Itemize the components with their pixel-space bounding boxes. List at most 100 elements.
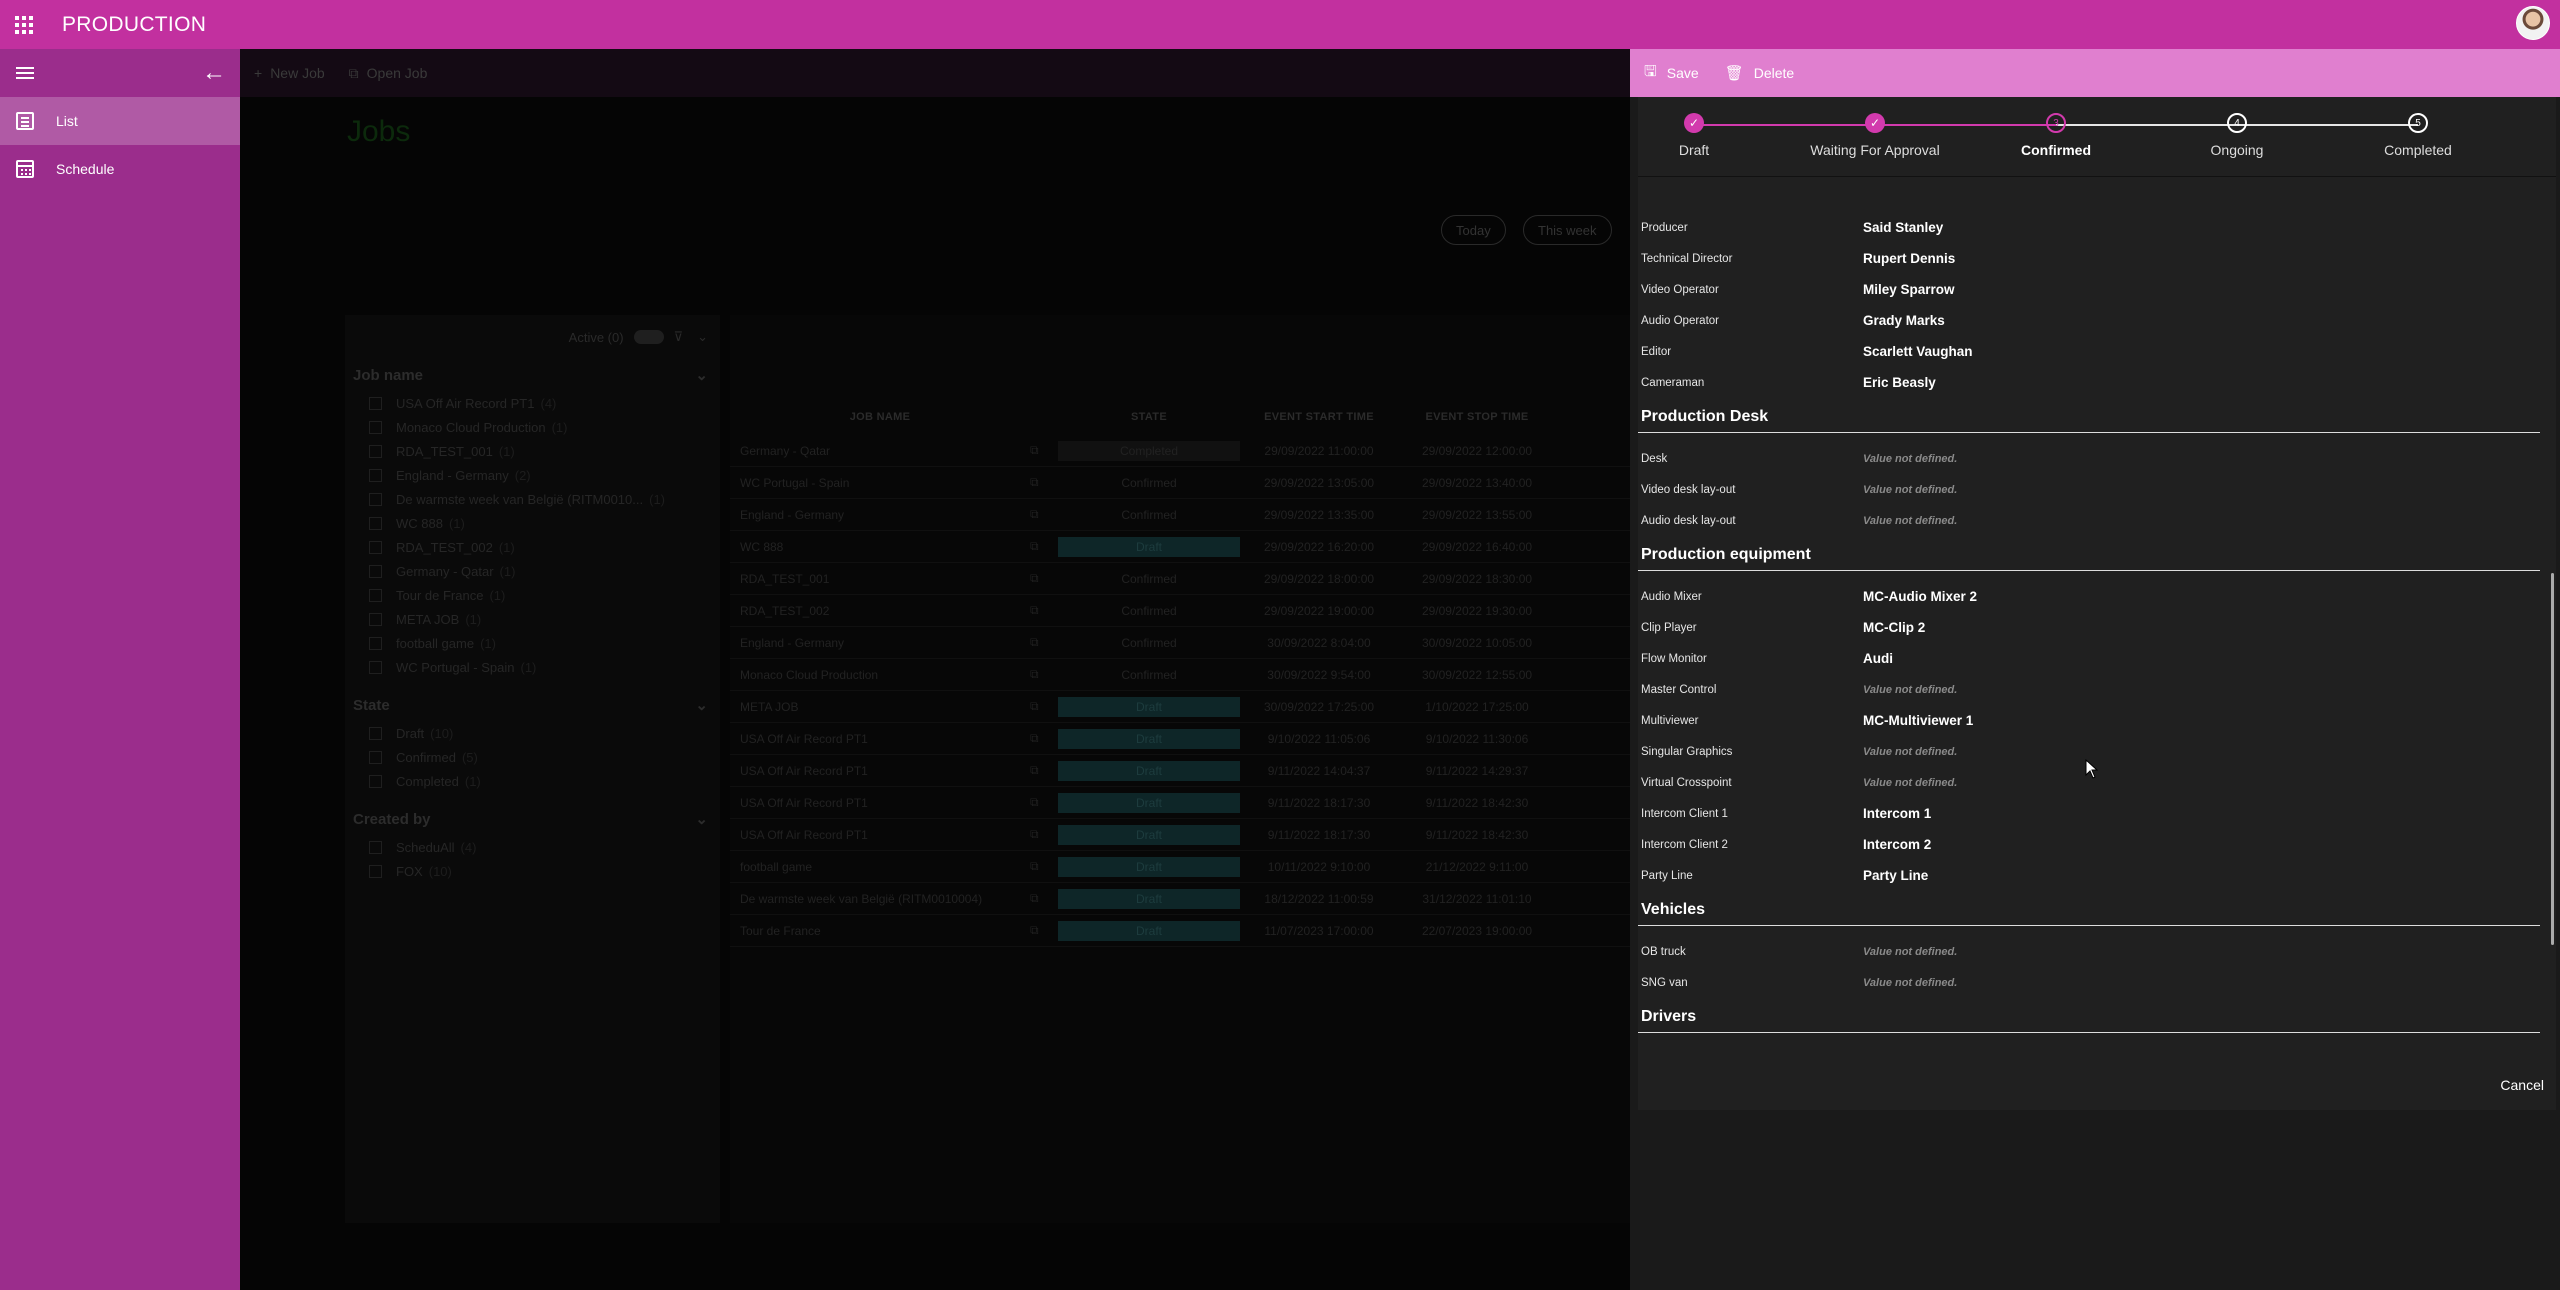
filter-checkbox[interactable] [369, 444, 382, 458]
open-external-icon[interactable]: ⧉ [1030, 859, 1058, 874]
stepper-step-ongoing[interactable]: 4 Ongoing [2137, 113, 2337, 158]
table-row[interactable]: USA Off Air Record PT1 ⧉ Draft 9/11/2022 18… [730, 819, 1630, 851]
field-value[interactable]: MC-Multiviewer 1 [1863, 713, 1973, 728]
filter-option[interactable]: FOX (10) [349, 859, 716, 883]
field-value[interactable]: Value not defined. [1863, 684, 1957, 696]
field-value[interactable]: Intercom 1 [1863, 806, 1931, 821]
open-external-icon[interactable]: ⧉ [1030, 923, 1058, 938]
filter-option[interactable]: Germany - Qatar (1) [349, 559, 716, 583]
filter-option[interactable]: Confirmed (5) [349, 745, 716, 769]
table-row[interactable]: USA Off Air Record PT1 ⧉ Draft 9/11/2022 14… [730, 755, 1630, 787]
filter-checkbox[interactable] [369, 660, 382, 674]
filter-checkbox[interactable] [369, 612, 382, 626]
filter-option[interactable]: Draft (10) [349, 721, 716, 745]
filter-option[interactable]: WC Portugal - Spain (1) [349, 655, 716, 679]
save-button[interactable]: 🖫 Save [1644, 61, 1699, 86]
chevron-down-icon[interactable]: ⌄ [695, 810, 708, 828]
col-event-stop-time[interactable]: EVENT STOP TIME [1398, 411, 1556, 435]
filter-checkbox[interactable] [369, 516, 382, 530]
filter-checkbox[interactable] [369, 540, 382, 554]
filter-section-title[interactable]: Created by ⌄ [349, 803, 716, 835]
active-toggle[interactable] [633, 330, 664, 344]
filter-option[interactable]: Completed (1) [349, 769, 716, 793]
filter-option[interactable]: football game (1) [349, 631, 716, 655]
open-external-icon[interactable]: ⧉ [1030, 731, 1058, 746]
filter-option[interactable]: RDA_TEST_002 (1) [349, 535, 716, 559]
filter-option[interactable]: Monaco Cloud Production (1) [349, 415, 716, 439]
filter-checkbox[interactable] [369, 588, 382, 602]
field-value[interactable]: Rupert Dennis [1863, 251, 1955, 266]
field-value[interactable]: Value not defined. [1863, 484, 1957, 496]
filter-section-title[interactable]: State ⌄ [349, 689, 716, 721]
back-arrow-icon[interactable]: ← [202, 61, 226, 85]
col-job-name[interactable]: JOB NAME [730, 411, 1030, 435]
field-value[interactable]: MC-Audio Mixer 2 [1863, 589, 1977, 604]
cancel-button[interactable]: Cancel [2500, 1077, 2544, 1093]
field-value[interactable]: Eric Beasly [1863, 375, 1936, 390]
field-value[interactable]: Miley Sparrow [1863, 282, 1955, 297]
field-value[interactable]: MC-Clip 2 [1863, 620, 1925, 635]
filter-section-title[interactable]: Job name ⌄ [349, 359, 716, 391]
scrollbar[interactable] [2551, 573, 2554, 945]
delete-button[interactable]: 🗑 Delete [1725, 64, 1795, 82]
field-value[interactable]: Value not defined. [1863, 946, 1957, 958]
stepper-step-confirmed[interactable]: 3 Confirmed [1956, 113, 2156, 158]
stepper-step-completed[interactable]: 5 Completed [2318, 113, 2518, 158]
new-job-button[interactable]: + New Job [254, 65, 325, 81]
stepper-step-draft[interactable]: ✓ Draft [1594, 113, 1794, 158]
stepper-step-waiting-for-approval[interactable]: ✓ Waiting For Approval [1775, 113, 1975, 158]
table-row[interactable]: England - Germany ⧉ Confirmed 30/09/2022 8:… [730, 627, 1630, 659]
filter-option[interactable]: RDA_TEST_001 (1) [349, 439, 716, 463]
filter-checkbox[interactable] [369, 726, 382, 740]
open-external-icon[interactable]: ⧉ [1030, 699, 1058, 714]
user-avatar[interactable] [2516, 6, 2550, 40]
filter-checkbox[interactable] [369, 564, 382, 578]
table-row[interactable]: De warmste week van België (RITM0010004)… [730, 883, 1630, 915]
open-job-button[interactable]: ⧉ Open Job [349, 65, 428, 82]
open-external-icon[interactable]: ⧉ [1030, 539, 1058, 554]
table-row[interactable]: WC Portugal - Spain ⧉ Confirmed 29/09/2022 … [730, 467, 1630, 499]
field-value[interactable]: Value not defined. [1863, 977, 1957, 989]
col-state[interactable]: STATE [1058, 411, 1240, 435]
sidebar-item-schedule[interactable]: Schedule [0, 145, 240, 193]
open-external-icon[interactable]: ⧉ [1030, 763, 1058, 778]
field-value[interactable]: Value not defined. [1863, 453, 1957, 465]
hamburger-menu-icon[interactable] [16, 67, 34, 79]
filter-option[interactable]: England - Germany (2) [349, 463, 716, 487]
filter-option[interactable]: De warmste week van België (RITM0010... (… [349, 487, 716, 511]
open-external-icon[interactable]: ⧉ [1030, 891, 1058, 906]
table-row[interactable]: Monaco Cloud Production ⧉ Confirmed 30/09/2… [730, 659, 1630, 691]
filter-icon[interactable]: ⊽ [674, 329, 684, 345]
filter-checkbox[interactable] [369, 774, 382, 788]
col-event-start-time[interactable]: EVENT START TIME [1240, 411, 1398, 435]
field-value[interactable]: Value not defined. [1863, 777, 1957, 789]
filter-option[interactable]: WC 888 (1) [349, 511, 716, 535]
filter-checkbox[interactable] [369, 420, 382, 434]
table-row[interactable]: RDA_TEST_002 ⧉ Confirmed 29/09/2022 19:00:0… [730, 595, 1630, 627]
filter-checkbox[interactable] [369, 750, 382, 764]
field-value[interactable]: Grady Marks [1863, 313, 1945, 328]
table-row[interactable]: USA Off Air Record PT1 ⧉ Draft 9/10/2022 11… [730, 723, 1630, 755]
table-row[interactable]: football game ⧉ Draft 10/11/2022 9:10:00 21/… [730, 851, 1630, 883]
table-row[interactable]: Germany - Qatar ⧉ Completed 29/09/2022 11:0… [730, 435, 1630, 467]
chevron-down-icon[interactable]: ⌄ [695, 696, 708, 714]
open-external-icon[interactable]: ⧉ [1030, 571, 1058, 586]
field-value[interactable]: Value not defined. [1863, 515, 1957, 527]
chevron-down-icon[interactable]: ⌄ [697, 329, 708, 345]
field-value[interactable]: Party Line [1863, 868, 1928, 883]
table-row[interactable]: META JOB ⧉ Draft 30/09/2022 17:25:00 1/10/20… [730, 691, 1630, 723]
table-row[interactable]: RDA_TEST_001 ⧉ Confirmed 29/09/2022 18:00:0… [730, 563, 1630, 595]
filter-checkbox[interactable] [369, 864, 382, 878]
filter-checkbox[interactable] [369, 468, 382, 482]
field-value[interactable]: Intercom 2 [1863, 837, 1931, 852]
open-external-icon[interactable]: ⧉ [1030, 443, 1058, 458]
open-external-icon[interactable]: ⧉ [1030, 795, 1058, 810]
field-value[interactable]: Value not defined. [1863, 746, 1957, 758]
field-value[interactable]: Scarlett Vaughan [1863, 344, 1973, 359]
open-external-icon[interactable]: ⧉ [1030, 603, 1058, 618]
app-launcher-button[interactable] [0, 0, 48, 49]
open-external-icon[interactable]: ⧉ [1030, 827, 1058, 842]
table-row[interactable]: USA Off Air Record PT1 ⧉ Draft 9/11/2022 18… [730, 787, 1630, 819]
filter-checkbox[interactable] [369, 636, 382, 650]
chevron-down-icon[interactable]: ⌄ [695, 366, 708, 384]
